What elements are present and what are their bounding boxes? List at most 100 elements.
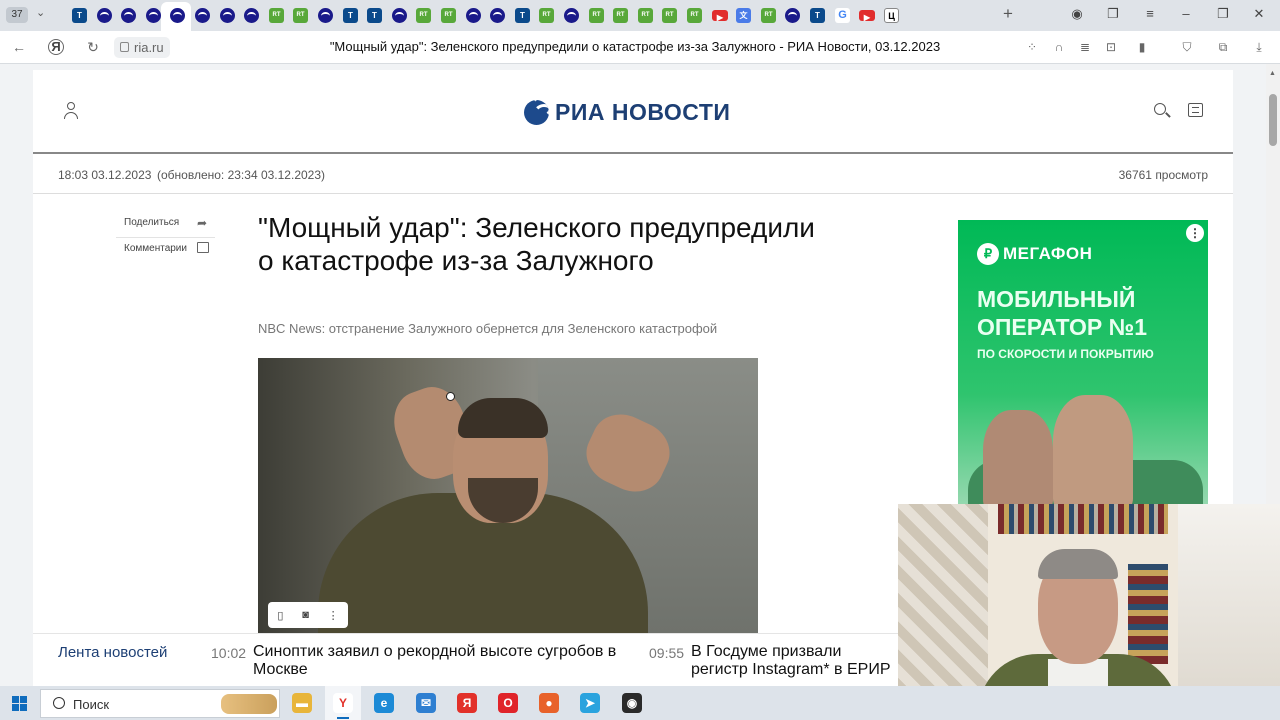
- opera-icon[interactable]: O: [498, 693, 518, 713]
- ad-banner[interactable]: ⋮ ₽ МЕГАФОН МОБИЛЬНЫЙ ОПЕРАТОР №1 ПО СКО…: [958, 220, 1208, 510]
- obs-icon[interactable]: ◉: [622, 693, 642, 713]
- ad-title: МОБИЛЬНЫЙ ОПЕРАТОР №1: [977, 286, 1148, 340]
- share-icon[interactable]: ➦: [197, 216, 207, 230]
- ticker-label[interactable]: Лента новостей: [58, 644, 167, 661]
- reload-icon[interactable]: ↻: [84, 39, 102, 56]
- search-highlight-image: [221, 694, 277, 714]
- tab-favicon-icon[interactable]: [170, 8, 185, 23]
- tab-count-badge[interactable]: 37: [6, 7, 28, 23]
- lock-icon: [120, 42, 129, 52]
- tab-favicon-icon[interactable]: RT: [441, 8, 456, 23]
- comments-link[interactable]: Комментарии: [124, 243, 187, 254]
- yandex-browser-icon[interactable]: Y: [333, 693, 353, 713]
- reader-icon[interactable]: ≣: [1077, 39, 1093, 55]
- news-time: 10:02: [211, 645, 247, 661]
- tab-favicon-icon[interactable]: ▶: [859, 10, 875, 22]
- tab-favicon-icon[interactable]: 文: [736, 8, 751, 23]
- windows-start-icon[interactable]: [12, 696, 27, 711]
- tab-favicon-icon[interactable]: [785, 8, 800, 23]
- taskbar: Поиск ▬ Ye ✉ Я O ● ➤ ◉: [0, 686, 1280, 720]
- bookmark-icon[interactable]: ▯: [277, 609, 283, 622]
- tab-favicon-icon[interactable]: RT: [269, 8, 284, 23]
- article-subhead: NBC News: отстранение Залужного обернетс…: [258, 321, 718, 336]
- tab-favicon-icon[interactable]: T: [515, 8, 530, 23]
- divider: [33, 193, 1233, 194]
- tab-favicon-icon[interactable]: T: [810, 8, 825, 23]
- tab-favicon-icon[interactable]: [195, 8, 210, 23]
- ad-menu-icon[interactable]: ⋮: [1186, 224, 1204, 242]
- scroll-up-icon[interactable]: ▲: [1269, 70, 1276, 77]
- menu-icon[interactable]: ≡: [1140, 6, 1160, 21]
- tab-favicon-icon[interactable]: T: [343, 8, 358, 23]
- tab-favicon-icon[interactable]: RT: [539, 8, 554, 23]
- tab-favicon-icon[interactable]: [220, 8, 235, 23]
- tab-favicon-icon[interactable]: ▶: [712, 10, 728, 22]
- user-icon[interactable]: [63, 102, 79, 119]
- active-app-indicator: [337, 717, 349, 719]
- mail-icon[interactable]: ✉: [416, 693, 436, 713]
- tab-favicon-icon[interactable]: RT: [687, 8, 702, 23]
- headphones-icon[interactable]: ∩: [1051, 39, 1067, 55]
- back-icon[interactable]: ←: [10, 39, 28, 55]
- tab-favicon-icon[interactable]: RT: [416, 8, 431, 23]
- file-explorer-icon[interactable]: ▬: [292, 693, 312, 713]
- comment-icon[interactable]: [197, 242, 209, 253]
- tab-favicon-icon[interactable]: G: [835, 8, 850, 23]
- close-icon[interactable]: ✕: [1249, 6, 1269, 22]
- tab-favicon-icon[interactable]: [466, 8, 481, 23]
- tab-favicon-icon[interactable]: [490, 8, 505, 23]
- telegram-icon[interactable]: ➤: [580, 693, 600, 713]
- ria-logo[interactable]: РИА НОВОСТИ: [524, 98, 730, 126]
- firefox-icon[interactable]: ●: [539, 693, 559, 713]
- ad-subtitle: ПО СКОРОСТИ И ПОКРЫТИЮ: [977, 347, 1154, 361]
- tab-favicon-icon[interactable]: RT: [638, 8, 653, 23]
- publish-date: 18:03 03.12.2023: [58, 168, 152, 182]
- tab-favicon-icon[interactable]: Ц: [884, 8, 899, 23]
- extensions-icon[interactable]: ⁘: [1024, 39, 1040, 55]
- collections-icon[interactable]: ❐: [1103, 6, 1123, 22]
- minimize-icon[interactable]: –: [1176, 6, 1196, 21]
- tab-favicon-icon[interactable]: RT: [761, 8, 776, 23]
- photo-toolbar: ▯ ◙ ⋮: [268, 602, 348, 628]
- ad-brand: МЕГАФОН: [1003, 244, 1093, 263]
- comments-icon[interactable]: [1188, 103, 1203, 117]
- tab-favicon-icon[interactable]: [121, 8, 136, 23]
- bookmark-icon[interactable]: ▮: [1134, 39, 1150, 55]
- screenshot-icon[interactable]: ⧉: [1215, 39, 1231, 55]
- yandex-icon[interactable]: Я: [48, 39, 64, 55]
- zoom-cursor-icon: [446, 392, 455, 401]
- tab-favicon-icon[interactable]: [392, 8, 407, 23]
- restore-icon[interactable]: ❐: [1213, 6, 1233, 22]
- logo-text: РИА НОВОСТИ: [555, 98, 731, 125]
- taskbar-search[interactable]: Поиск: [40, 689, 280, 718]
- shield-icon[interactable]: ⛉: [1179, 39, 1195, 55]
- more-icon[interactable]: ⋮: [328, 609, 339, 622]
- download-icon[interactable]: ⤓: [1251, 39, 1267, 55]
- new-tab-button[interactable]: +: [999, 4, 1017, 24]
- tab-favicon-icon[interactable]: RT: [293, 8, 308, 23]
- tab-favicon-icon[interactable]: RT: [613, 8, 628, 23]
- yandex-icon[interactable]: Я: [457, 693, 477, 713]
- tab-favicon-icon[interactable]: [146, 8, 161, 23]
- tab-favicon-icon[interactable]: T: [72, 8, 87, 23]
- tab-strip: 37 ⌄ T RT RT T T RT RT T RT RT RT RT RT RT ▶ 文 RT T G ▶ Ц + …: [0, 0, 1280, 31]
- translate-icon[interactable]: ⊡: [1103, 39, 1119, 55]
- tab-favicon-icon[interactable]: RT: [589, 8, 604, 23]
- tab-favicon-icon[interactable]: [564, 8, 579, 23]
- news-item[interactable]: Синоптик заявил о рекордной высоте сугро…: [253, 643, 633, 679]
- tab-favicon-icon[interactable]: [244, 8, 259, 23]
- share-link[interactable]: Поделиться: [124, 217, 179, 228]
- chevron-down-icon[interactable]: ⌄: [36, 6, 45, 19]
- news-item[interactable]: В Госдуме призвали регистр Instagram* в …: [691, 643, 899, 679]
- search-icon[interactable]: [1154, 103, 1171, 119]
- tab-favicon-icon[interactable]: [97, 8, 112, 23]
- tab-favicon-icon[interactable]: T: [367, 8, 382, 23]
- scrollbar-thumb[interactable]: [1269, 94, 1277, 146]
- url-field[interactable]: ria.ru: [114, 37, 170, 58]
- edge-icon[interactable]: e: [374, 693, 394, 713]
- tab-favicon-icon[interactable]: RT: [662, 8, 677, 23]
- tab-favicon-icon[interactable]: [318, 8, 333, 23]
- camera-icon[interactable]: ◙: [302, 609, 309, 621]
- article-photo[interactable]: ▯ ◙ ⋮: [258, 358, 758, 634]
- profile-icon[interactable]: ◉: [1067, 6, 1087, 22]
